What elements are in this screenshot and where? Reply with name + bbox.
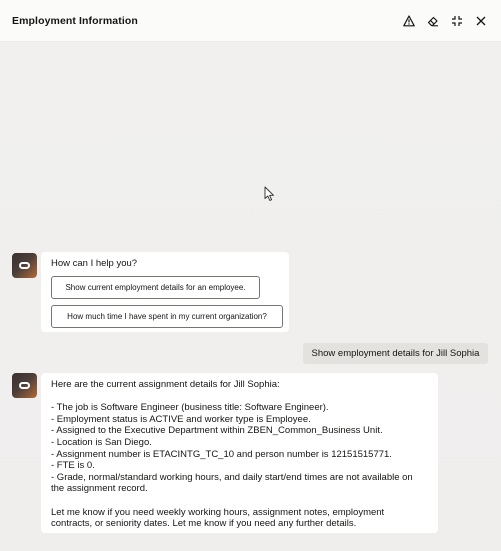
response-line: - Assignment number is ETACINTG_TC_10 an… bbox=[51, 448, 392, 460]
close-icon bbox=[476, 16, 486, 25]
response-line: - Location is San Diego. bbox=[51, 436, 152, 448]
close-button[interactable] bbox=[473, 13, 489, 29]
response-closing: contracts, or seniority dates. Let me kn… bbox=[51, 518, 357, 530]
response-line: - Grade, normal/standard working hours, … bbox=[51, 471, 413, 483]
oracle-logo-icon bbox=[19, 262, 30, 269]
user-message-bubble: Show employment details for Jill Sophia bbox=[303, 343, 488, 364]
clear-chat-button[interactable] bbox=[425, 13, 441, 29]
oracle-logo-icon bbox=[19, 382, 30, 389]
eraser-icon bbox=[427, 16, 438, 26]
collapse-icon bbox=[452, 15, 462, 26]
mouse-cursor-icon bbox=[264, 186, 274, 201]
suggestion-employment-details-button[interactable]: Show current employment details for an e… bbox=[51, 275, 260, 299]
assistant-avatar bbox=[12, 253, 37, 278]
assistant-greeting-bubble: How can I help you? Show current employm… bbox=[41, 252, 289, 332]
response-line: - FTE is 0. bbox=[51, 460, 95, 472]
panel-header: Employment Information bbox=[0, 0, 501, 42]
response-closing: Let me know if you need weekly working h… bbox=[51, 506, 385, 518]
warning-button[interactable] bbox=[401, 13, 417, 29]
panel-title: Employment Information bbox=[12, 14, 138, 27]
response-intro: Here are the current assignment details … bbox=[51, 379, 280, 390]
response-line: the assignment record. bbox=[51, 483, 148, 495]
response-line: - The job is Software Engineer (business… bbox=[51, 402, 329, 414]
response-line: - Assigned to the Executive Department w… bbox=[51, 425, 383, 437]
suggestion-time-in-organization-button[interactable]: How much time I have spent in my current… bbox=[51, 304, 283, 328]
assistant-avatar bbox=[12, 373, 37, 398]
warning-icon bbox=[403, 14, 415, 26]
collapse-button[interactable] bbox=[449, 13, 465, 29]
greeting-text: How can I help you? bbox=[51, 258, 138, 269]
assistant-response-bubble: Here are the current assignment details … bbox=[41, 373, 438, 533]
header-actions bbox=[401, 13, 489, 29]
response-line: - Employment status is ACTIVE and worker… bbox=[51, 413, 311, 425]
